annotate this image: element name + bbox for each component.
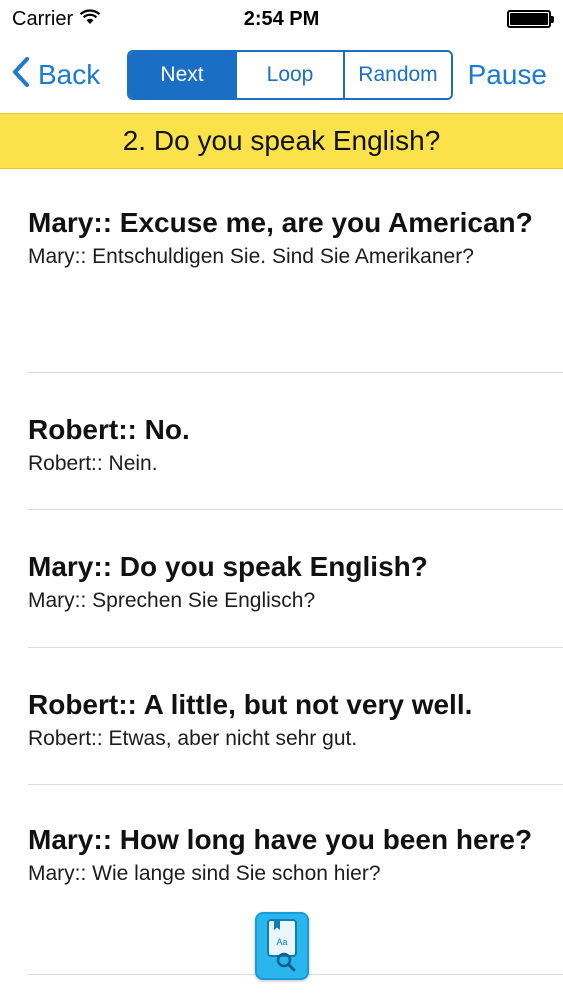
back-button[interactable]: Back [12, 50, 100, 100]
pause-button[interactable]: Pause [468, 50, 547, 100]
back-label: Back [38, 59, 101, 90]
segment-loop[interactable]: Loop [235, 52, 343, 98]
english-line: Mary:: How long have you been here? [28, 824, 533, 855]
german-line: Mary:: Entschuldigen Sie. Sind Sie Ameri… [28, 245, 474, 268]
chevron-left-icon [12, 56, 30, 95]
status-bar: Carrier 2:54 PM [0, 0, 563, 38]
german-line: Robert:: Etwas, aber nicht sehr gut. [28, 727, 358, 750]
carrier-label: Carrier [12, 7, 74, 30]
battery-icon [507, 10, 554, 28]
german-line: Mary:: Wie lange sind Sie schon hier? [28, 862, 381, 885]
dictionary-glyph: Aa [276, 937, 287, 947]
wifi-icon [79, 8, 101, 31]
nav-bar: Back Next Loop Random Pause [0, 38, 563, 112]
dialog-list: Mary:: Excuse me, are you American? Mary… [0, 170, 563, 975]
german-line: Mary:: Sprechen Sie Englisch? [28, 589, 316, 612]
dialog-row[interactable]: Mary:: Do you speak English? Mary:: Spre… [0, 510, 563, 648]
german-line: Robert:: Nein. [28, 452, 158, 475]
dialog-row[interactable]: Robert:: A little, but not very well. Ro… [0, 648, 563, 785]
english-line: Mary:: Do you speak English? [28, 551, 428, 582]
english-line: Mary:: Excuse me, are you American? [28, 207, 533, 238]
segment-next[interactable]: Next [129, 52, 235, 98]
screen: Carrier 2:54 PM Back Next Loop Random Pa… [0, 0, 563, 1000]
lesson-title: 2. Do you speak English? [0, 113, 563, 169]
dictionary-search-icon: Aa [262, 916, 302, 977]
dictionary-button[interactable]: Aa [255, 912, 309, 980]
playback-mode-control: Next Loop Random [127, 50, 453, 100]
segment-random[interactable]: Random [343, 52, 451, 98]
dialog-row[interactable]: Mary:: Excuse me, are you American? Mary… [0, 170, 563, 373]
battery-fill [510, 13, 548, 25]
dialog-row[interactable]: Robert:: No. Robert:: Nein. [0, 373, 563, 510]
english-line: Robert:: No. [28, 414, 190, 445]
english-line: Robert:: A little, but not very well. [28, 689, 473, 720]
status-left: Carrier [12, 8, 101, 31]
